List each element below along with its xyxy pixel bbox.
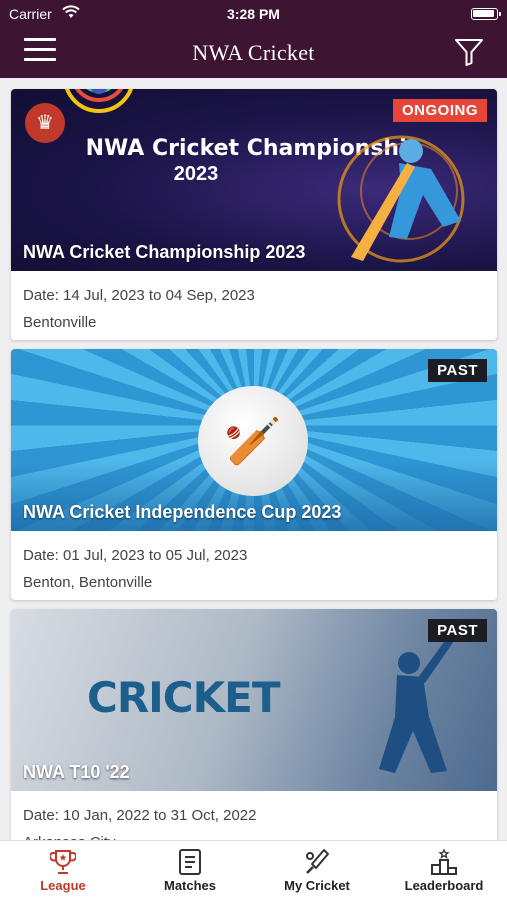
tab-leaderboard[interactable]: Leaderboard xyxy=(381,841,507,900)
page-title: NWA Cricket xyxy=(192,40,315,65)
cricket-bat-icon xyxy=(306,849,329,874)
league-banner: ♛ NWA Cricket Championship 2023 ONGOING … xyxy=(11,89,497,271)
league-location: Benton, Bentonville xyxy=(23,574,153,591)
league-date: Date: 01 Jul, 2023 to 05 Jul, 2023 xyxy=(23,547,248,564)
league-title: NWA Cricket Championship 2023 xyxy=(23,242,306,262)
status-badge: PAST xyxy=(428,359,487,382)
scorecard-icon xyxy=(179,849,201,875)
league-card[interactable]: 🏏 PAST NWA Cricket Independence Cup 2023… xyxy=(11,349,497,600)
league-info: Date: 01 Jul, 2023 to 05 Jul, 2023 Bento… xyxy=(11,531,497,600)
league-info: Date: 14 Jul, 2023 to 04 Sep, 2023 Bento… xyxy=(11,271,497,340)
filter-icon[interactable] xyxy=(453,36,485,68)
tab-bar: League Matches My Cricket Leaderboard xyxy=(0,840,507,900)
nav-bar: NWA Cricket xyxy=(0,28,507,78)
league-date: Date: 14 Jul, 2023 to 04 Sep, 2023 xyxy=(23,287,255,304)
league-banner: CRICKET PAST NWA T10 '22 xyxy=(11,609,497,791)
status-bar: Carrier 3:28 PM xyxy=(0,0,507,28)
trophy-icon xyxy=(50,850,76,874)
league-info: Date: 10 Jan, 2022 to 31 Oct, 2022 Arkan… xyxy=(11,791,497,840)
tab-label: Leaderboard xyxy=(404,878,484,893)
league-banner: 🏏 PAST NWA Cricket Independence Cup 2023 xyxy=(11,349,497,531)
podium-icon xyxy=(431,848,457,875)
tab-label: Matches xyxy=(163,878,217,893)
tab-my-cricket[interactable]: My Cricket xyxy=(254,841,380,900)
league-logo xyxy=(65,89,133,113)
batsman-illustration xyxy=(337,135,465,263)
app-header: Carrier 3:28 PM NWA Cricket xyxy=(0,0,507,78)
cricket-batsman-icon: 🏏 xyxy=(198,386,308,496)
status-badge: PAST xyxy=(428,619,487,642)
league-card[interactable]: CRICKET PAST NWA T10 '22 Date: 10 Jan, 2… xyxy=(11,609,497,840)
banner-word: CRICKET xyxy=(87,673,280,722)
status-badge: ONGOING xyxy=(392,99,487,122)
tab-label: My Cricket xyxy=(284,878,350,893)
league-location: Arkansas City xyxy=(23,829,485,840)
batsman-silhouette xyxy=(379,627,461,773)
league-card[interactable]: ♛ NWA Cricket Championship 2023 ONGOING … xyxy=(11,89,497,340)
league-title: NWA T10 '22 xyxy=(23,762,130,782)
league-title: NWA Cricket Independence Cup 2023 xyxy=(23,502,342,522)
tab-league[interactable]: League xyxy=(0,841,126,900)
league-location: Bentonville xyxy=(23,314,97,331)
status-time: 3:28 PM xyxy=(227,6,280,22)
tab-matches[interactable]: Matches xyxy=(127,841,253,900)
league-date: Date: 10 Jan, 2022 to 31 Oct, 2022 xyxy=(23,807,257,824)
league-list[interactable]: ♛ NWA Cricket Championship 2023 ONGOING … xyxy=(0,78,507,840)
tab-label: League xyxy=(40,878,86,893)
battery-icon xyxy=(471,8,501,20)
